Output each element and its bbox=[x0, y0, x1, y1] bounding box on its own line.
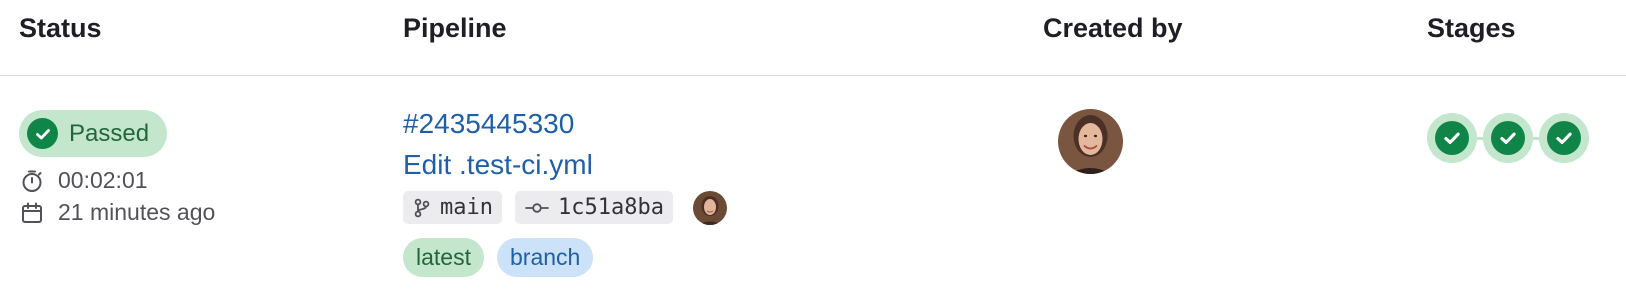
commit-sha[interactable]: 1c51a8ba bbox=[515, 191, 673, 224]
status-badge[interactable]: Passed bbox=[19, 110, 168, 157]
badge-latest: latest bbox=[403, 238, 484, 277]
avatar[interactable] bbox=[693, 191, 727, 225]
avatar[interactable] bbox=[1058, 109, 1123, 174]
column-header-stages: Stages bbox=[1427, 13, 1516, 43]
check-circle-icon bbox=[1435, 121, 1469, 155]
status-label: Passed bbox=[69, 119, 150, 147]
branch-icon bbox=[413, 198, 431, 218]
table-header: Status Pipeline Created by Stages bbox=[0, 0, 1626, 76]
branch-ref[interactable]: main bbox=[403, 191, 502, 224]
finished-value: 21 minutes ago bbox=[58, 199, 216, 225]
branch-name: main bbox=[440, 195, 493, 220]
pipeline-id-link[interactable]: #2435445330 bbox=[403, 108, 574, 140]
badge-branch: branch bbox=[497, 238, 594, 277]
column-header-status: Status bbox=[19, 13, 102, 43]
check-circle-icon bbox=[1547, 121, 1581, 155]
stage-2-passed[interactable] bbox=[1483, 113, 1533, 163]
commit-sha-value: 1c51a8ba bbox=[558, 195, 664, 220]
calendar-icon bbox=[19, 200, 45, 226]
timer-icon bbox=[19, 168, 45, 194]
column-header-created-by: Created by bbox=[1043, 13, 1183, 43]
check-circle-icon bbox=[27, 118, 58, 149]
commit-icon bbox=[525, 200, 549, 216]
commit-title-link[interactable]: Edit .test-ci.yml bbox=[403, 149, 593, 181]
finished-time: 21 minutes ago bbox=[19, 199, 215, 226]
stage-3-passed[interactable] bbox=[1539, 113, 1589, 163]
duration-value: 00:02:01 bbox=[58, 167, 148, 193]
check-circle-icon bbox=[1491, 121, 1525, 155]
stage-1-passed[interactable] bbox=[1427, 113, 1477, 163]
column-header-pipeline: Pipeline bbox=[403, 13, 507, 43]
duration: 00:02:01 bbox=[19, 167, 148, 194]
